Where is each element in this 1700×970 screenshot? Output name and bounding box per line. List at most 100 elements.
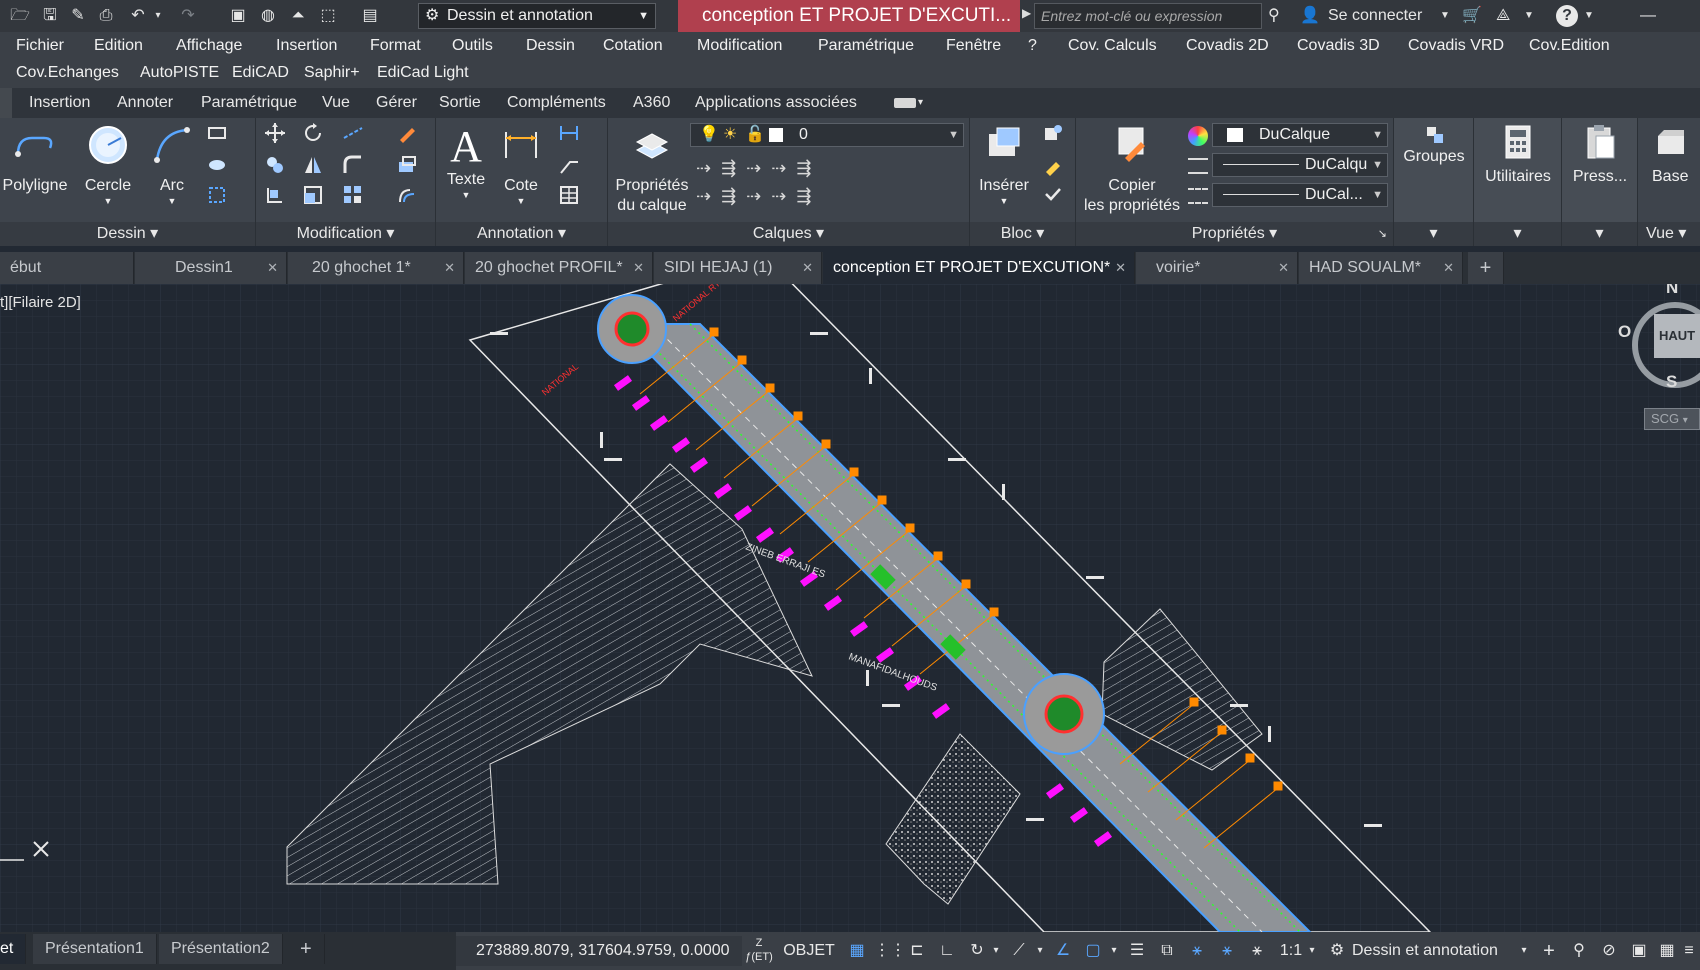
compass-south[interactable]: S: [1666, 372, 1677, 392]
lineweight-toggle-icon[interactable]: ☰: [1124, 936, 1150, 966]
open-icon[interactable]: 🗁: [8, 4, 32, 28]
close-icon[interactable]: ✕: [1443, 252, 1454, 284]
circle-dropdown-icon[interactable]: ▼: [76, 196, 140, 206]
publish-icon[interactable]: ▣: [226, 4, 250, 28]
polar-dropdown-icon[interactable]: ▾: [990, 936, 1002, 966]
undo-dropdown-icon[interactable]: ▾: [146, 4, 170, 28]
help-icon[interactable]: ?: [1556, 5, 1578, 27]
region-icon[interactable]: [206, 184, 228, 206]
menu-dessin[interactable]: Dessin: [526, 33, 575, 59]
hatch-icon[interactable]: [206, 154, 228, 176]
menu-cov-edition[interactable]: Cov.Edition: [1529, 33, 1610, 59]
cart-icon[interactable]: 🛒: [1462, 4, 1482, 28]
menu-help[interactable]: ?: [1028, 33, 1037, 59]
copy-icon[interactable]: [264, 154, 286, 176]
dimension-tool[interactable]: Cote ▼: [496, 124, 546, 206]
tab-complements[interactable]: Compléments: [507, 88, 606, 118]
dimension-dropdown-icon[interactable]: ▼: [496, 196, 546, 206]
doc-tab-voirie[interactable]: voirie* ✕: [1136, 252, 1298, 284]
doc-tab-had-soualm[interactable]: HAD SOUALM* ✕: [1299, 252, 1463, 284]
menu-insertion[interactable]: Insertion: [276, 33, 337, 59]
drawing-canvas[interactable]: ZINEB ERRAJI ES MANAFIDALHOUDS NATIONAL …: [0, 284, 1700, 932]
erase-icon[interactable]: [396, 122, 418, 144]
fillet-icon[interactable]: [342, 154, 364, 176]
annotation-monitor-icon[interactable]: ⚹: [1184, 936, 1210, 966]
panel-calques-title[interactable]: Calques ▾: [608, 222, 969, 246]
crosshair-icon[interactable]: +: [1536, 936, 1562, 966]
coordinate-readout[interactable]: 273889.8079, 317604.9759, 0.0000: [456, 936, 742, 966]
insert-tool[interactable]: Insérer ▼: [976, 124, 1032, 206]
sign-in-link[interactable]: Se connecter: [1328, 4, 1422, 28]
text-tool[interactable]: A Texte ▼: [442, 124, 490, 201]
move-icon[interactable]: [264, 122, 286, 144]
panel-utilitaires[interactable]: Utilitaires ▾: [1474, 118, 1562, 246]
osnap-track-icon[interactable]: ∠: [1050, 936, 1076, 966]
menu-covadis-3d[interactable]: Covadis 3D: [1297, 33, 1380, 59]
viewport-label[interactable]: t][Filaire 2D]: [0, 294, 81, 311]
create-block-icon[interactable]: [1042, 122, 1064, 144]
annotation-visibility-icon[interactable]: ⚹: [1214, 936, 1240, 966]
annotation-scale-icon[interactable]: ⚹: [1244, 936, 1270, 966]
menu-cotation[interactable]: Cotation: [603, 33, 663, 59]
workspace-dropdown-icon[interactable]: ▾: [1518, 936, 1530, 966]
panel-modification-title[interactable]: Modification ▾: [256, 222, 435, 246]
panel-vue[interactable]: Base Vue ▾: [1638, 118, 1700, 246]
tab-insertion[interactable]: Insertion: [29, 88, 90, 118]
transparency-icon[interactable]: ⧉: [1154, 936, 1180, 966]
layer-properties-tool[interactable]: Propriétés du calque: [612, 124, 692, 216]
dynamic-ucs-icon[interactable]: Zƒ(ET): [744, 936, 774, 966]
grid-icon[interactable]: ▦: [844, 936, 870, 966]
explode-icon[interactable]: [396, 154, 418, 176]
utilitaires-dropdown-icon[interactable]: ▾: [1474, 222, 1561, 246]
presse-dropdown-icon[interactable]: ▾: [1562, 222, 1637, 246]
linear-dim-icon[interactable]: [558, 122, 580, 144]
panel-groupes[interactable]: Groupes ▾: [1394, 118, 1474, 246]
clean-screen-icon[interactable]: ▣: [1626, 936, 1652, 966]
panel-vue-title[interactable]: Vue ▾: [1638, 222, 1700, 246]
edit-block-icon[interactable]: [1042, 154, 1064, 176]
annotation-scale-value[interactable]: 1:1: [1274, 936, 1308, 966]
menu-covadis-2d[interactable]: Covadis 2D: [1186, 33, 1269, 59]
menu-cov-calculs[interactable]: Cov. Calculs: [1068, 33, 1157, 59]
menu-cov-echanges[interactable]: Cov.Echanges: [16, 60, 119, 86]
layer-tools-grid[interactable]: ⇢⇶⇢⇢⇶ ⇢⇶⇢⇢⇶: [696, 154, 846, 210]
stretch-icon[interactable]: [264, 184, 286, 206]
exchange-dropdown-icon[interactable]: ▼: [1524, 4, 1534, 28]
workspace-selector[interactable]: ⚙ Dessin et annotation ▼: [418, 3, 656, 29]
sign-in-dropdown-icon[interactable]: ▼: [1440, 4, 1450, 28]
menu-affichage[interactable]: Affichage: [176, 33, 242, 59]
linetype-icon[interactable]: [1188, 188, 1208, 204]
close-icon[interactable]: ✕: [802, 252, 813, 284]
ucs-menu[interactable]: SCG ▾: [1644, 408, 1700, 430]
close-icon[interactable]: ✕: [1278, 252, 1289, 284]
scale-dropdown-icon[interactable]: ▾: [1306, 936, 1318, 966]
leader-icon[interactable]: [558, 154, 580, 176]
menu-edition[interactable]: Edition: [94, 33, 143, 59]
lineweight-icon[interactable]: [1188, 158, 1208, 174]
lineweight-selector[interactable]: DuCal... ▼: [1212, 183, 1388, 207]
menu-icon[interactable]: ≡: [1680, 936, 1698, 966]
save-icon[interactable]: 🖫: [38, 4, 62, 28]
window-icon[interactable]: ⬚: [316, 4, 340, 28]
search-input[interactable]: Entrez mot-clé ou expression: [1034, 3, 1262, 29]
doc-tab-sidi-hejaj[interactable]: SIDI HEJAJ (1) ✕: [654, 252, 822, 284]
status-workspace[interactable]: Dessin et annotation: [1352, 936, 1520, 966]
menu-saphir[interactable]: Saphir+: [304, 60, 360, 86]
drawing-area[interactable]: ZINEB ERRAJI ES MANAFIDALHOUDS NATIONAL …: [0, 284, 1700, 932]
scale-icon[interactable]: [302, 184, 324, 206]
insert-dropdown-icon[interactable]: ▼: [976, 196, 1032, 206]
binoculars-icon[interactable]: ⚲: [1268, 4, 1280, 28]
help-dropdown-icon[interactable]: ▼: [1584, 4, 1594, 28]
arc-dropdown-icon[interactable]: ▼: [146, 196, 198, 206]
offset-icon[interactable]: [396, 184, 418, 206]
menu-covadis-vrd[interactable]: Covadis VRD: [1408, 33, 1504, 59]
minimize-icon[interactable]: —: [1640, 4, 1656, 28]
doc-tab-dessin1[interactable]: Dessin1 ✕: [135, 252, 287, 284]
match-properties-tool[interactable]: Copier les propriétés: [1082, 124, 1182, 216]
redo-icon[interactable]: ↷: [176, 4, 200, 28]
panel-proprietes-title[interactable]: Propriétés ▾ ↘: [1076, 222, 1393, 246]
panel-presse-papiers[interactable]: Press... ▾: [1562, 118, 1638, 246]
array-icon[interactable]: [342, 184, 364, 206]
color-selector[interactable]: DuCalque ▼: [1212, 123, 1388, 147]
tab-sortie[interactable]: Sortie: [439, 88, 481, 118]
